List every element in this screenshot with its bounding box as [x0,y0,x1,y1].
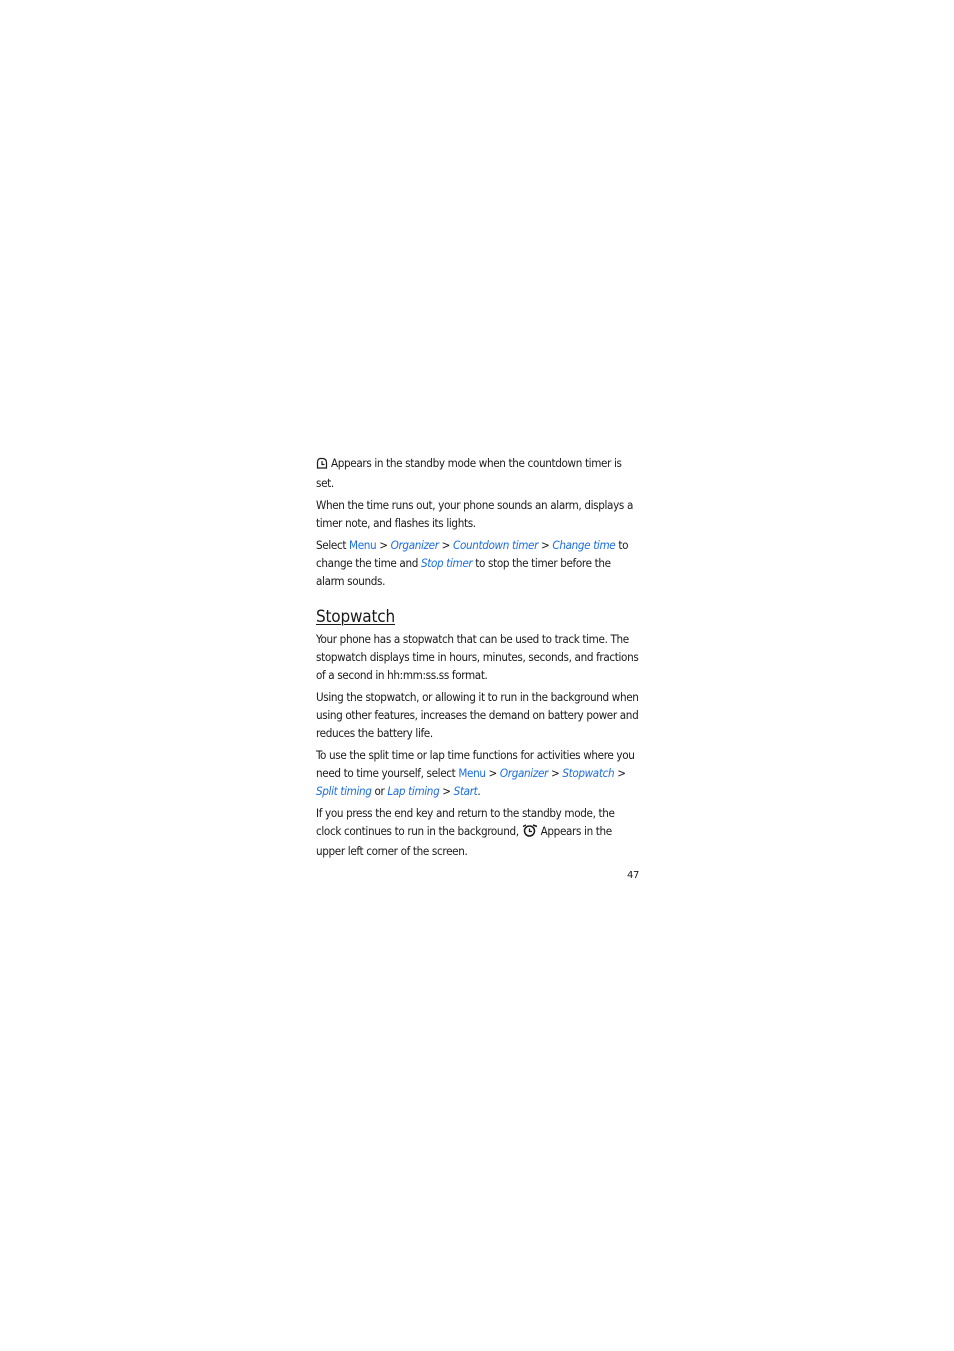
or-text: or [371,784,388,798]
countdown-select-paragraph: Select Menu > Organizer > Countdown time… [316,536,640,590]
separator: > [376,538,391,552]
stopwatch-background-paragraph: If you press the end key and return to t… [316,804,640,860]
alarm-paragraph: When the time runs out, your phone sound… [316,498,634,530]
countdown-timer-icon [316,456,328,474]
separator: > [547,766,563,780]
document-column: Appears in the standby mode when the cou… [316,454,640,864]
separator: > [439,784,454,798]
stopwatch-split-paragraph: To use the split time or lap time functi… [316,746,640,800]
organizer-link[interactable]: Organizer [500,766,548,780]
separator: > [614,766,626,780]
separator: > [438,538,454,552]
lap-timing-link[interactable]: Lap timing [387,784,439,798]
select-prefix: Select [316,538,350,552]
page-number: 47 [627,870,640,881]
countdown-timer-link[interactable]: Countdown timer [453,538,538,552]
start-link[interactable]: Start [454,784,478,798]
stopwatch-icon [522,824,538,842]
split-suffix: . [477,784,481,798]
stop-timer-link[interactable]: Stop timer [421,556,473,570]
stopwatch-heading: Stopwatch [316,607,395,627]
countdown-icon-note: Appears in the standby mode when the cou… [316,454,640,492]
menu-link[interactable]: Menu [458,766,486,780]
separator: > [485,766,500,780]
organizer-link[interactable]: Organizer [391,538,439,552]
stopwatch-battery-paragraph: Using the stopwatch, or allowing it to r… [316,690,639,740]
change-time-link[interactable]: Change time [552,538,615,552]
stopwatch-intro-paragraph: Your phone has a stopwatch that can be u… [316,632,639,682]
separator: > [538,538,553,552]
menu-link[interactable]: Menu [349,538,377,552]
stopwatch-link[interactable]: Stopwatch [562,766,614,780]
countdown-icon-note-text: Appears in the standby mode when the cou… [316,456,622,490]
split-timing-link[interactable]: Split timing [316,784,372,798]
